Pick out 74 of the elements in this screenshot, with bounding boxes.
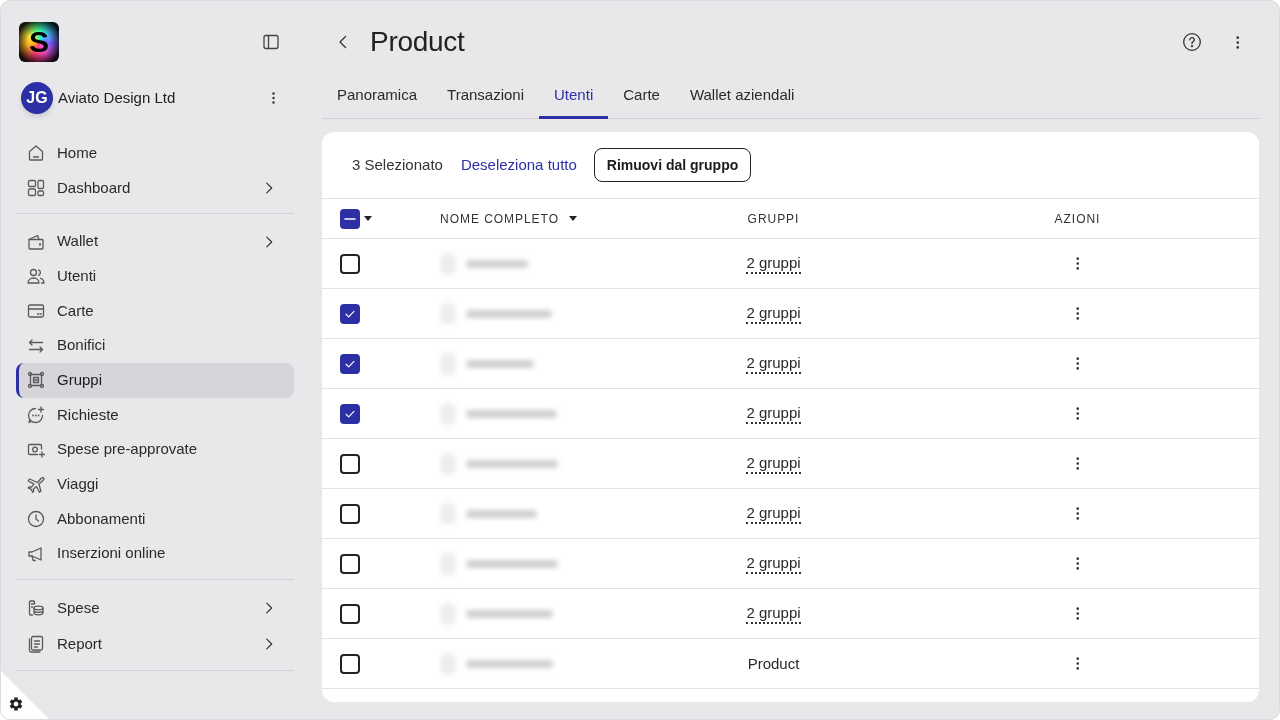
more-icon[interactable] (1075, 607, 1080, 620)
remove-from-group-button[interactable]: Rimuovi dal gruppo (593, 148, 752, 182)
more-icon[interactable] (1075, 457, 1080, 470)
nav-item[interactable]: Report (16, 625, 294, 662)
more-icon[interactable] (1075, 407, 1080, 420)
groups-count[interactable]: 2 gruppi (746, 553, 801, 574)
nav-item[interactable]: Home (16, 136, 294, 171)
row-checkbox[interactable] (340, 503, 360, 524)
row-checkbox[interactable] (340, 553, 360, 574)
tab[interactable]: Panoramica (322, 79, 433, 119)
settings-corner-button[interactable] (1, 671, 49, 719)
groups-count[interactable]: 2 gruppi (746, 403, 801, 424)
home-icon (26, 143, 46, 164)
caret-down-icon[interactable] (364, 216, 372, 221)
row-checkbox[interactable] (340, 353, 360, 374)
groups-count[interactable]: 2 gruppi (746, 503, 801, 524)
nav-item[interactable]: Viaggi (16, 466, 294, 502)
nav-item[interactable]: Carte (16, 293, 294, 329)
more-icon[interactable] (1075, 357, 1080, 370)
sort-caret-icon[interactable] (568, 216, 577, 221)
row-checkbox[interactable] (340, 403, 360, 424)
tab[interactable]: Transazioni (432, 79, 540, 119)
organization-name[interactable]: Aviato Design Ltd (58, 86, 176, 110)
row-checkbox[interactable] (340, 653, 360, 674)
help-icon[interactable] (1181, 32, 1202, 52)
avatar: JG (21, 82, 53, 114)
column-header: NOME COMPLETO (440, 210, 559, 228)
column-header: AZIONI (1054, 210, 1101, 228)
tab[interactable]: Wallet aziendali (674, 79, 810, 119)
chat-plus-icon (26, 404, 46, 425)
groups-count[interactable]: 2 gruppi (746, 253, 801, 274)
more-icon[interactable] (1075, 307, 1080, 320)
selection-count: 3 Selezionato (352, 154, 443, 175)
grid-icon (26, 178, 46, 198)
row-checkbox[interactable] (340, 253, 360, 274)
document-icon (26, 633, 46, 654)
more-icon[interactable] (1075, 507, 1080, 520)
database-icon (26, 597, 46, 618)
frame-icon (26, 370, 46, 391)
row-checkbox[interactable] (340, 603, 360, 624)
groups-count[interactable]: 2 gruppi (746, 453, 801, 474)
settings-icon (8, 696, 24, 712)
users-icon (26, 266, 46, 287)
nav-item[interactable]: Dashboard (16, 170, 294, 206)
more-icon[interactable] (1075, 657, 1080, 670)
nav-item[interactable]: Wallet (16, 224, 294, 259)
select-all-checkbox[interactable] (340, 208, 360, 229)
column-header: GRUPPI (747, 210, 800, 228)
nav-item[interactable]: Richieste (16, 397, 294, 433)
more-icon[interactable] (272, 92, 275, 104)
nav-item[interactable]: Bonifici (16, 328, 294, 363)
minus-icon (344, 217, 356, 220)
more-icon[interactable] (1235, 35, 1239, 49)
deselect-all-link[interactable]: Deseleziona tutto (460, 153, 577, 177)
airplane-icon (26, 474, 46, 495)
tab[interactable]: Utenti (539, 79, 609, 119)
nav-item[interactable]: Inserzioni online (16, 536, 294, 571)
row-checkbox[interactable] (340, 303, 360, 324)
clock-icon (26, 508, 46, 529)
groups-count[interactable]: 2 gruppi (746, 353, 801, 374)
nav-item[interactable]: Spese (16, 589, 294, 626)
nav-item[interactable]: Spese pre-approvate (16, 432, 294, 467)
row-checkbox[interactable] (340, 453, 360, 474)
more-icon[interactable] (1075, 257, 1080, 270)
sidebar-toggle-icon[interactable] (261, 32, 281, 52)
nav-item[interactable]: Utenti (16, 258, 294, 294)
nav-item[interactable]: Abbonamenti (16, 501, 294, 537)
tab[interactable]: Carte (608, 79, 675, 119)
groups-count[interactable]: 2 gruppi (746, 603, 801, 624)
group-name: Product (747, 654, 800, 673)
more-icon[interactable] (1075, 557, 1080, 570)
nav-item[interactable]: Gruppi (16, 362, 294, 398)
groups-count[interactable]: 2 gruppi (746, 303, 801, 324)
page-title: Product (370, 28, 465, 56)
